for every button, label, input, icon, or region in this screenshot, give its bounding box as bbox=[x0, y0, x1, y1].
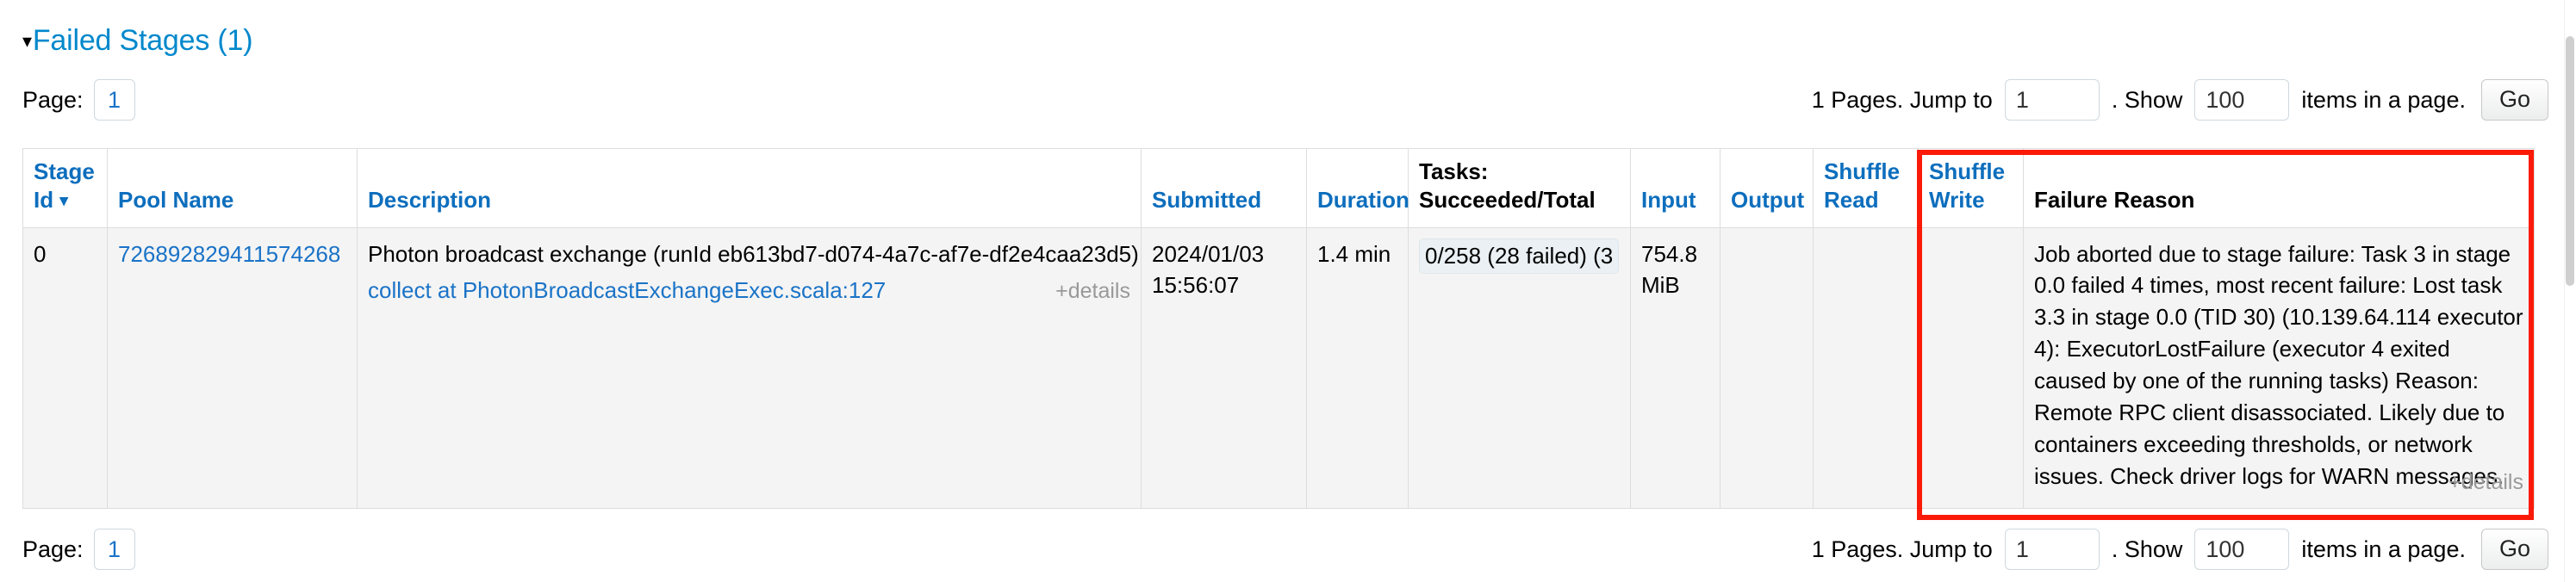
description-secondary-row: collect at PhotonBroadcastExchangeExec.s… bbox=[368, 275, 1130, 307]
submitted-time: 15:56:07 bbox=[1152, 272, 1239, 298]
page-label-top: Page: bbox=[22, 87, 84, 114]
page-label-bottom: Page: bbox=[22, 536, 84, 563]
column-header-shuffle-write[interactable]: Shuffle Write bbox=[1919, 149, 2024, 228]
show-label-bottom: . Show bbox=[2112, 536, 2183, 563]
submitted-date: 2024/01/03 bbox=[1152, 241, 1264, 267]
column-header-input[interactable]: Input bbox=[1631, 149, 1720, 228]
table-header-row: Stage Id ▾ Pool Name Description Submitt… bbox=[23, 149, 2535, 228]
cell-description: Photon broadcast exchange (runId eb613bd… bbox=[358, 227, 1142, 509]
items-per-page-input-bottom[interactable]: 100 bbox=[2194, 529, 2289, 570]
column-header-failure-reason: Failure Reason bbox=[2024, 149, 2535, 228]
shuffle-write-line2: Write bbox=[1929, 187, 1985, 213]
cell-output bbox=[1720, 227, 1814, 509]
jump-to-input-top[interactable]: 1 bbox=[2005, 79, 2100, 121]
pagination-controls-top: 1 Pages. Jump to 1 . Show 100 items in a… bbox=[1812, 79, 2548, 121]
column-header-output[interactable]: Output bbox=[1720, 149, 1814, 228]
cell-shuffle-read bbox=[1814, 227, 1919, 509]
items-in-page-label-bottom: items in a page. bbox=[2301, 536, 2466, 563]
items-per-page-input-top[interactable]: 100 bbox=[2194, 79, 2289, 121]
cell-submitted: 2024/01/03 15:56:07 bbox=[1142, 227, 1307, 509]
description-text: Photon broadcast exchange (runId eb613bd… bbox=[368, 238, 1130, 270]
column-header-duration[interactable]: Duration bbox=[1307, 149, 1409, 228]
shuffle-write-line1: Shuffle bbox=[1929, 158, 2005, 184]
failure-reason-text: Job aborted due to stage failure: Task 3… bbox=[2034, 241, 2523, 489]
cell-failure-reason: Job aborted due to stage failure: Task 3… bbox=[2024, 227, 2535, 509]
failed-stages-table-wrapper: Stage Id ▾ Pool Name Description Submitt… bbox=[22, 148, 2534, 509]
table-row: 0 726892829411574268 Photon broadcast ex… bbox=[23, 227, 2535, 509]
pagination-controls-bottom: 1 Pages. Jump to 1 . Show 100 items in a… bbox=[1812, 529, 2548, 570]
page-number-input-top[interactable]: 1 bbox=[94, 79, 135, 121]
vertical-scrollbar[interactable] bbox=[2564, 0, 2576, 582]
description-source-link[interactable]: collect at PhotonBroadcastExchangeExec.s… bbox=[368, 275, 886, 306]
section-title: Failed Stages (1) bbox=[33, 24, 253, 57]
cell-stage-id: 0 bbox=[23, 227, 108, 509]
jump-to-input-bottom[interactable]: 1 bbox=[2005, 529, 2100, 570]
column-header-submitted[interactable]: Submitted bbox=[1142, 149, 1307, 228]
column-header-shuffle-read[interactable]: Shuffle Read bbox=[1814, 149, 1919, 228]
column-header-pool-name[interactable]: Pool Name bbox=[108, 149, 358, 228]
show-label-top: . Show bbox=[2112, 87, 2183, 114]
collapse-caret-icon: ▾ bbox=[22, 30, 32, 53]
page-indicator-bottom: Page: 1 bbox=[22, 529, 135, 570]
description-details-toggle[interactable]: +details bbox=[1055, 276, 1130, 307]
page-indicator-top: Page: 1 bbox=[22, 79, 135, 121]
items-in-page-label-top: items in a page. bbox=[2301, 87, 2466, 114]
pagination-top: Page: 1 1 Pages. Jump to 1 . Show 100 it… bbox=[0, 76, 2576, 124]
tasks-header-line2: Succeeded/Total bbox=[1419, 187, 1596, 213]
pagination-bottom: Page: 1 1 Pages. Jump to 1 . Show 100 it… bbox=[0, 525, 2576, 573]
shuffle-read-line1: Shuffle bbox=[1824, 158, 1900, 184]
tasks-header-line1: Tasks: bbox=[1419, 158, 1488, 184]
cell-tasks: 0/258 (28 failed) (3 bbox=[1409, 227, 1631, 509]
column-header-description[interactable]: Description bbox=[358, 149, 1142, 228]
column-header-tasks: Tasks: Succeeded/Total bbox=[1409, 149, 1631, 228]
failed-stages-section-header[interactable]: ▾Failed Stages (1) bbox=[22, 24, 252, 58]
sort-desc-icon: ▾ bbox=[59, 192, 68, 210]
cell-input: 754.8 MiB bbox=[1631, 227, 1720, 509]
column-header-stage-id[interactable]: Stage Id ▾ bbox=[23, 149, 108, 228]
page-number-input-bottom[interactable]: 1 bbox=[94, 529, 135, 570]
pool-name-link[interactable]: 726892829411574268 bbox=[118, 241, 340, 267]
cell-pool-name: 726892829411574268 bbox=[108, 227, 358, 509]
cell-duration: 1.4 min bbox=[1307, 227, 1409, 509]
cell-shuffle-write bbox=[1919, 227, 2024, 509]
pages-jump-label-bottom: 1 Pages. Jump to bbox=[1812, 536, 1993, 563]
shuffle-read-line2: Read bbox=[1824, 187, 1879, 213]
go-button-top[interactable]: Go bbox=[2481, 79, 2548, 121]
failed-stages-table: Stage Id ▾ Pool Name Description Submitt… bbox=[22, 148, 2535, 509]
pages-jump-label-top: 1 Pages. Jump to bbox=[1812, 87, 1993, 114]
tasks-progress-bar: 0/258 (28 failed) (3 bbox=[1419, 238, 1619, 275]
scrollbar-thumb[interactable] bbox=[2566, 36, 2574, 286]
go-button-bottom[interactable]: Go bbox=[2481, 529, 2548, 570]
